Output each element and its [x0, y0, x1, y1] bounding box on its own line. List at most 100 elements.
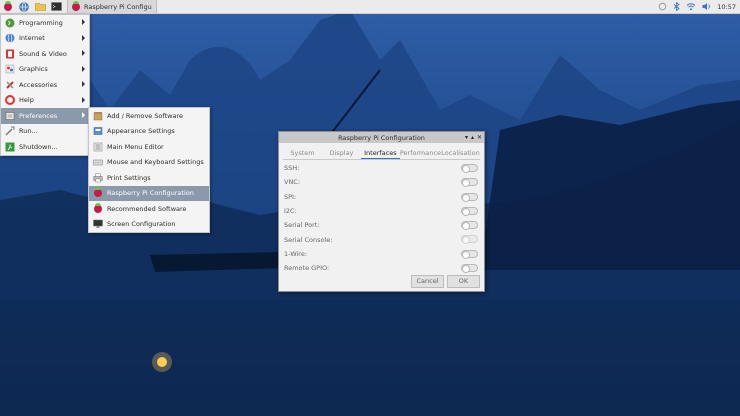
menu-item-label: Run... — [19, 127, 38, 136]
bluetooth-icon[interactable] — [673, 2, 680, 11]
raspberry-pi-configuration-dialog: Raspberry Pi Configuration ▾ ▴ ✕ System … — [278, 131, 485, 292]
menu-editor-icon — [92, 141, 103, 152]
keyboard-icon — [92, 157, 103, 168]
tab-interfaces[interactable]: Interfaces — [360, 147, 400, 159]
menu-item-label: Preferences — [19, 111, 58, 120]
globe-icon — [19, 1, 29, 12]
close-icon[interactable]: ✕ — [477, 134, 482, 141]
folder-icon — [34, 3, 46, 11]
one-wire-row: 1-Wire: — [279, 247, 484, 261]
menu-item-internet[interactable]: Internet — [1, 31, 89, 47]
submenu-arrow-icon — [82, 65, 85, 72]
tab-display[interactable]: Display — [322, 147, 361, 159]
menu-item-label: Programming — [19, 18, 63, 27]
menu-item-programming[interactable]: Programming — [1, 15, 89, 31]
menu-item-label: Screen Configuration — [107, 220, 176, 229]
menu-item-label: Internet — [19, 34, 45, 43]
menu-item-label: Appearance Settings — [107, 127, 175, 136]
menu-item-add-remove-software[interactable]: Add / Remove Software — [89, 108, 209, 124]
submenu-arrow-icon — [82, 50, 85, 56]
menu-item-shutdown[interactable]: Shutdown... — [1, 139, 89, 155]
menu-item-graphics[interactable]: Graphics — [1, 62, 89, 78]
menu-item-screen-configuration[interactable]: Screen Configuration — [89, 217, 209, 233]
preferences-icon — [4, 110, 15, 121]
menu-item-mouse-keyboard-settings[interactable]: Mouse and Keyboard Settings — [89, 155, 209, 171]
menu-item-label: Sound & Video — [19, 49, 67, 58]
menu-item-label: Main Menu Editor — [107, 142, 164, 151]
setting-label: Serial Console: — [284, 235, 333, 244]
raspberry-menu-button[interactable] — [0, 0, 16, 13]
printer-icon — [92, 172, 103, 183]
lifebuoy-icon — [4, 95, 15, 106]
setting-label: Remote GPIO: — [284, 264, 330, 273]
setting-label: I2C: — [284, 207, 297, 216]
menu-item-main-menu-editor[interactable]: Main Menu Editor — [89, 139, 209, 155]
i2c-row: I2C: — [279, 204, 484, 218]
menu-item-help[interactable]: Help — [1, 93, 89, 109]
ssh-row: SSH: — [279, 161, 484, 175]
dialog-tabs: System Display Interfaces Performance Lo… — [283, 147, 480, 160]
menu-item-label: Accessories — [19, 80, 58, 89]
spi-row: SPI: — [279, 190, 484, 204]
submenu-arrow-icon — [82, 96, 85, 103]
menu-item-raspberry-pi-configuration[interactable]: Raspberry Pi Configuration — [89, 185, 209, 201]
setting-label: SSH: — [284, 164, 300, 173]
appearance-icon — [92, 126, 103, 137]
menu-item-sound-video[interactable]: Sound & Video — [1, 46, 89, 62]
i2c-toggle[interactable] — [461, 206, 478, 216]
ssh-toggle[interactable] — [461, 164, 478, 173]
setting-label: VNC: — [284, 178, 301, 187]
interfaces-list: SSH: VNC: SPI: I2C: Serial Port: Serial … — [279, 161, 484, 275]
cancel-button[interactable]: Cancel — [411, 275, 444, 288]
menu-item-print-settings[interactable]: Print Settings — [89, 170, 209, 186]
menu-item-label: Help — [19, 96, 34, 105]
globe-icon — [4, 33, 15, 44]
menu-item-accessories[interactable]: Accessories — [1, 77, 89, 93]
menu-item-label: Recommended Software — [107, 204, 187, 213]
applications-menu: Programming Internet Sound & Video Graph… — [0, 14, 90, 156]
speaker-icon[interactable] — [702, 2, 711, 11]
serial-console-row: Serial Console: — [279, 232, 484, 246]
system-tray: 10:57 — [658, 0, 736, 13]
clock[interactable]: 10:57 — [717, 3, 736, 11]
submenu-arrow-icon — [82, 112, 85, 118]
dialog-titlebar[interactable]: Raspberry Pi Configuration ▾ ▴ ✕ — [279, 132, 484, 143]
wifi-icon[interactable] — [686, 2, 696, 11]
menu-item-label: Print Settings — [107, 173, 151, 182]
maximize-icon[interactable]: ▴ — [471, 134, 474, 141]
browser-launcher[interactable] — [16, 0, 32, 13]
terminal-icon — [50, 2, 62, 11]
menu-item-recommended-software[interactable]: Recommended Software — [89, 201, 209, 217]
serial-console-toggle[interactable] — [461, 235, 478, 245]
minimize-icon[interactable]: ▾ — [465, 134, 468, 141]
setting-label: 1-Wire: — [284, 249, 308, 258]
ok-button[interactable]: OK — [447, 275, 480, 288]
menu-item-run[interactable]: Run... — [1, 124, 89, 140]
raspberry-icon — [4, 0, 12, 11]
dialog-buttons: Cancel OK — [411, 275, 480, 288]
paint-icon — [4, 64, 15, 75]
taskbar-window-button[interactable]: Raspberry Pi Configu — [67, 0, 157, 13]
dialog-title: Raspberry Pi Configuration — [338, 133, 425, 142]
terminal-launcher[interactable] — [48, 0, 64, 13]
serial-port-toggle[interactable] — [461, 221, 478, 231]
menu-item-label: Shutdown... — [19, 142, 58, 151]
sync-icon[interactable] — [658, 2, 667, 11]
accessories-icon — [4, 79, 15, 90]
film-icon — [4, 48, 15, 59]
menu-item-preferences[interactable]: Preferences — [1, 108, 89, 124]
tab-performance[interactable]: Performance — [400, 147, 441, 159]
taskbar-window-title: Raspberry Pi Configu — [84, 2, 152, 11]
vnc-toggle[interactable] — [461, 178, 478, 188]
menu-item-label: Raspberry Pi Configuration — [107, 189, 194, 198]
submenu-arrow-icon — [82, 34, 85, 41]
tab-system[interactable]: System — [283, 147, 322, 159]
raspberry-icon — [92, 202, 103, 214]
spi-toggle[interactable] — [461, 192, 478, 202]
file-manager-launcher[interactable] — [32, 0, 48, 13]
menu-item-label: Add / Remove Software — [107, 111, 184, 120]
remote-gpio-toggle[interactable] — [461, 264, 478, 274]
menu-item-appearance-settings[interactable]: Appearance Settings — [89, 124, 209, 140]
one-wire-toggle[interactable] — [461, 249, 478, 259]
tab-localisation[interactable]: Localisation — [441, 147, 480, 159]
